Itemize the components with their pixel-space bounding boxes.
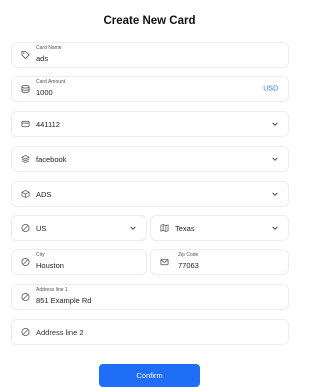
address-line-2-field[interactable]: Address line 2	[11, 319, 289, 345]
currency-label: USD	[263, 85, 278, 93]
zip-field[interactable]: Zip Code 77063	[150, 249, 289, 275]
country-select[interactable]: US	[11, 215, 147, 241]
city-field[interactable]: City Houston	[11, 249, 147, 275]
page-title: Create New Card	[103, 15, 196, 27]
coins-icon	[21, 84, 30, 94]
chevron-down-icon	[271, 190, 279, 198]
zip-label: Zip Code	[178, 252, 199, 258]
globe-icon	[21, 257, 30, 267]
category-value: ADS	[36, 190, 52, 199]
globe-icon	[21, 292, 30, 302]
platform-select[interactable]: facebook	[11, 146, 289, 172]
card-name-field[interactable]: Card Name ads	[11, 42, 289, 68]
card-amount-value: 1000	[36, 88, 53, 97]
globe-icon	[21, 223, 30, 233]
category-select[interactable]: ADS	[11, 181, 289, 207]
state-value: Texas	[175, 224, 195, 233]
chevron-down-icon	[271, 224, 279, 232]
mail-icon	[160, 258, 169, 267]
credit-card-icon	[21, 120, 30, 129]
tag-icon	[21, 50, 30, 60]
address-line-1-value: 851 Example Rd	[36, 296, 92, 305]
bin-select[interactable]: 441112	[11, 111, 289, 137]
country-value: US	[36, 224, 47, 233]
chevron-down-icon	[129, 224, 137, 232]
layers-icon	[21, 154, 30, 164]
card-amount-label: Card Amount	[36, 79, 66, 85]
chevron-down-icon	[271, 120, 279, 128]
platform-value: facebook	[36, 155, 67, 164]
box-icon	[21, 189, 30, 199]
bin-value: 441112	[36, 120, 60, 129]
map-icon	[160, 223, 169, 233]
address-line-2-placeholder: Address line 2	[36, 328, 84, 337]
address-line-1-label: Address line 1	[36, 287, 68, 293]
zip-value: 77063	[178, 261, 199, 270]
card-amount-field[interactable]: Card Amount 1000 USD	[11, 76, 289, 102]
address-line-1-field[interactable]: Address line 1 851 Example Rd	[11, 284, 289, 310]
city-value: Houston	[36, 261, 64, 270]
chevron-down-icon	[271, 155, 279, 163]
card-name-label: Card Name	[36, 45, 62, 51]
confirm-button[interactable]: Confirm	[99, 364, 200, 387]
state-select[interactable]: Texas	[150, 215, 289, 241]
card-name-value: ads	[36, 54, 49, 63]
globe-icon	[21, 327, 30, 337]
city-label: City	[36, 252, 45, 258]
